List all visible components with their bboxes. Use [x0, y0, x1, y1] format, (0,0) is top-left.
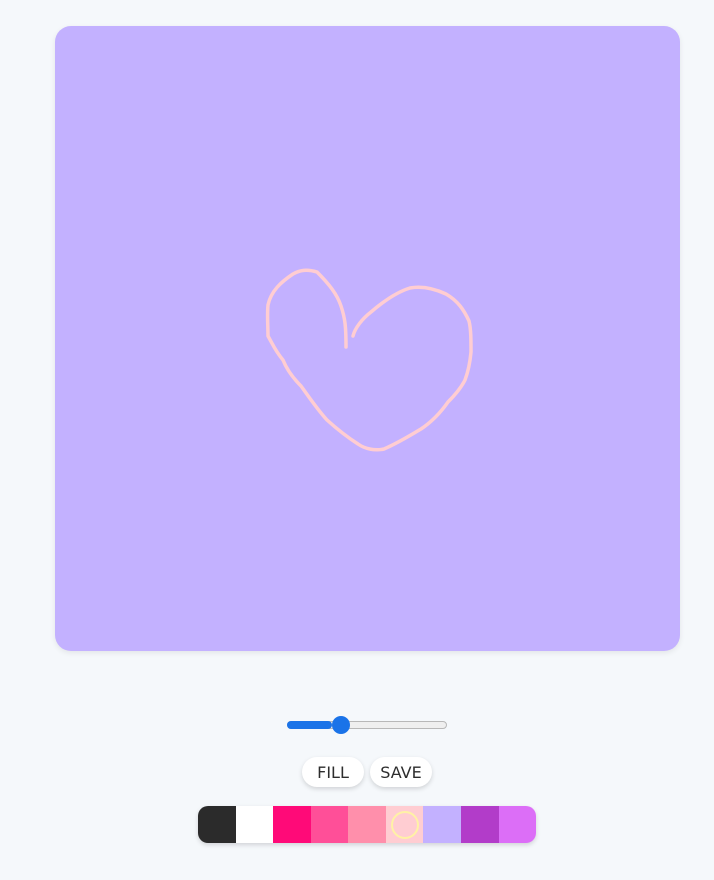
- color-swatch[interactable]: [235, 806, 274, 843]
- color-palette: [198, 806, 536, 843]
- color-swatch[interactable]: [423, 806, 461, 843]
- color-swatch[interactable]: [348, 806, 386, 843]
- color-swatch[interactable]: [385, 806, 424, 843]
- color-swatch[interactable]: [273, 806, 311, 843]
- slider-fill: [287, 721, 332, 729]
- drawing-canvas[interactable]: [55, 26, 680, 651]
- heart-stroke: [265, 268, 473, 452]
- color-swatch[interactable]: [310, 806, 349, 843]
- selected-ring-icon: [390, 810, 419, 839]
- brush-size-slider[interactable]: [287, 716, 447, 736]
- save-button[interactable]: SAVE: [370, 757, 432, 787]
- color-swatch[interactable]: [460, 806, 499, 843]
- color-swatch[interactable]: [498, 806, 536, 843]
- slider-thumb[interactable]: [331, 716, 350, 734]
- color-swatch[interactable]: [198, 806, 236, 843]
- heart-drawing: [265, 268, 473, 452]
- fill-button[interactable]: FILL: [302, 757, 364, 787]
